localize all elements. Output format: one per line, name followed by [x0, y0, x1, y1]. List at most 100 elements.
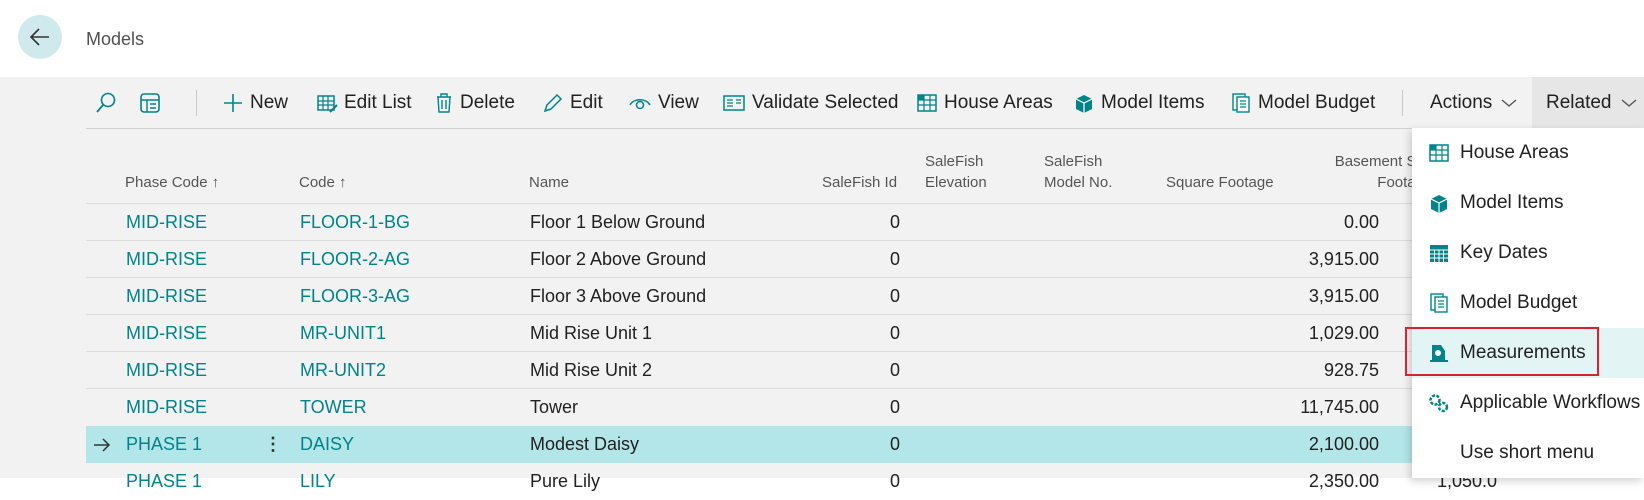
table-row[interactable]: PHASE 1 LILY Pure Lily 0 2,350.00 1,050.…: [86, 463, 1497, 500]
name-cell: Tower: [530, 397, 579, 417]
house-areas-button[interactable]: House Areas: [916, 78, 1053, 128]
phase-code-cell[interactable]: PHASE 1: [126, 426, 202, 463]
view-button[interactable]: View: [628, 78, 699, 128]
table-row[interactable]: MID-RISE TOWER Tower 0 11,745.00 0.0: [86, 389, 1497, 426]
edit-button[interactable]: Edit: [542, 78, 603, 128]
edit-label: Edit: [570, 92, 603, 113]
sort-asc-icon: ↑: [211, 174, 220, 191]
action-bar: New Edit List Delete Edit View Validate …: [86, 78, 1644, 128]
related-dropdown-menu: House Areas Model Items Key Dates Model …: [1412, 128, 1644, 478]
menu-item-applicable-workflows[interactable]: Applicable Workflows: [1412, 378, 1644, 428]
phase-code-cell[interactable]: MID-RISE: [126, 352, 207, 389]
header-code[interactable]: Code ↑: [299, 172, 347, 193]
new-button[interactable]: New: [222, 78, 288, 128]
arrow-right-icon: [92, 426, 112, 463]
related-menu-button[interactable]: Related: [1546, 78, 1644, 128]
validate-selected-label: Validate Selected: [752, 92, 899, 113]
salefish-id-cell: 0: [889, 434, 900, 454]
row-more-options-icon[interactable]: ⋮: [264, 426, 282, 463]
budget-icon: [1426, 292, 1452, 314]
model-budget-button[interactable]: Model Budget: [1230, 78, 1375, 128]
name-cell: Floor 2 Above Ground: [530, 249, 707, 269]
eye-icon: [629, 99, 651, 110]
menu-item-use-short-menu[interactable]: Use short menu: [1412, 428, 1644, 478]
validate-icon: [723, 95, 745, 111]
menu-item-house-areas[interactable]: House Areas: [1412, 128, 1644, 178]
header-square-footage[interactable]: Square Footage: [1166, 172, 1274, 193]
phase-code-cell[interactable]: MID-RISE: [126, 241, 207, 278]
pencil-icon: [543, 93, 563, 113]
actions-menu-button[interactable]: Actions: [1430, 78, 1524, 128]
name-cell: Mid Rise Unit 1: [530, 323, 653, 343]
name-cell: Floor 3 Above Ground: [530, 286, 707, 306]
search-button[interactable]: [94, 78, 124, 128]
filter-pane-icon: [140, 93, 160, 113]
toolbar-separator: [1402, 90, 1403, 116]
code-cell[interactable]: LILY: [300, 463, 336, 500]
table-row[interactable]: MID-RISE MR-UNIT2 Mid Rise Unit 2 0 928.…: [86, 352, 1497, 389]
table-row[interactable]: MID-RISE MR-UNIT1 Mid Rise Unit 1 0 1,02…: [86, 315, 1497, 352]
salefish-id-cell: 0: [889, 212, 900, 232]
name-cell: Floor 1 Below Ground: [530, 212, 706, 232]
plus-icon: [224, 94, 242, 112]
budget-icon: [1232, 93, 1250, 113]
header-salefish-id[interactable]: SaleFish Id: [822, 172, 897, 193]
filter-pane-button[interactable]: [138, 78, 168, 128]
phase-code-cell[interactable]: MID-RISE: [126, 315, 207, 352]
table-row[interactable]: MID-RISE FLOOR-2-AG Floor 2 Above Ground…: [86, 241, 1497, 278]
code-cell[interactable]: TOWER: [300, 389, 367, 426]
name-cell: Modest Daisy: [530, 434, 640, 454]
code-cell[interactable]: FLOOR-2-AG: [300, 241, 410, 278]
toolbar-separator: [196, 90, 197, 116]
back-button[interactable]: [18, 15, 62, 59]
page-title: Models: [86, 29, 145, 49]
box-icon: [1426, 192, 1452, 214]
menu-item-key-dates[interactable]: Key Dates: [1412, 228, 1644, 278]
table-row-selected[interactable]: PHASE 1 ⋮ DAISY Modest Daisy 0 2,100.00 …: [86, 426, 1497, 463]
code-cell[interactable]: FLOOR-1-BG: [300, 204, 410, 241]
code-cell[interactable]: MR-UNIT1: [300, 315, 386, 352]
delete-label: Delete: [460, 92, 515, 113]
menu-item-model-items[interactable]: Model Items: [1412, 178, 1644, 228]
header-salefish-elevation[interactable]: SaleFish Elevation: [925, 151, 987, 193]
salefish-id-cell: 0: [889, 249, 900, 269]
sort-asc-icon: ↑: [339, 174, 347, 191]
header-salefish-model-no[interactable]: SaleFish Model No.: [1044, 151, 1112, 193]
workflow-gears-icon: [1426, 392, 1452, 414]
table-row[interactable]: MID-RISE FLOOR-1-BG Floor 1 Below Ground…: [86, 204, 1497, 241]
house-areas-icon: [1426, 142, 1452, 164]
new-label: New: [250, 92, 289, 113]
search-icon: [96, 92, 116, 113]
salefish-id-cell: 0: [889, 397, 900, 417]
table-row[interactable]: MID-RISE FLOOR-3-AG Floor 3 Above Ground…: [86, 278, 1497, 315]
highlight-box: [1405, 327, 1599, 376]
phase-code-cell[interactable]: PHASE 1: [126, 463, 202, 500]
edit-list-button[interactable]: Edit List: [316, 78, 412, 128]
phase-code-cell[interactable]: MID-RISE: [126, 278, 207, 315]
code-cell[interactable]: FLOOR-3-AG: [300, 278, 410, 315]
salefish-id-cell: 0: [889, 323, 900, 343]
model-items-label: Model Items: [1101, 92, 1205, 113]
model-budget-label: Model Budget: [1258, 92, 1376, 113]
validate-selected-button[interactable]: Validate Selected: [722, 78, 898, 128]
delete-button[interactable]: Delete: [434, 78, 515, 128]
phase-code-cell[interactable]: MID-RISE: [126, 204, 207, 241]
related-label: Related: [1546, 92, 1612, 113]
menu-item-label: Key Dates: [1460, 242, 1548, 263]
view-label: View: [658, 92, 699, 113]
phase-code-cell[interactable]: MID-RISE: [126, 389, 207, 426]
edit-list-label: Edit List: [344, 92, 412, 113]
salefish-id-cell: 0: [889, 360, 900, 380]
menu-item-model-budget[interactable]: Model Budget: [1412, 278, 1644, 328]
toolbar-divider: [86, 128, 1426, 129]
model-items-button[interactable]: Model Items: [1073, 78, 1204, 128]
menu-item-label: Model Items: [1460, 192, 1564, 213]
name-cell: Pure Lily: [530, 471, 601, 491]
menu-item-label: Model Budget: [1460, 292, 1578, 313]
header-basement-footage[interactable]: Basement Sc Footag: [1324, 151, 1424, 193]
code-cell[interactable]: DAISY: [300, 426, 354, 463]
header-name[interactable]: Name: [529, 172, 569, 193]
header-phase-code[interactable]: Phase Code ↑: [125, 172, 219, 193]
code-cell[interactable]: MR-UNIT2: [300, 352, 386, 389]
chevron-down-icon: [1501, 99, 1517, 107]
